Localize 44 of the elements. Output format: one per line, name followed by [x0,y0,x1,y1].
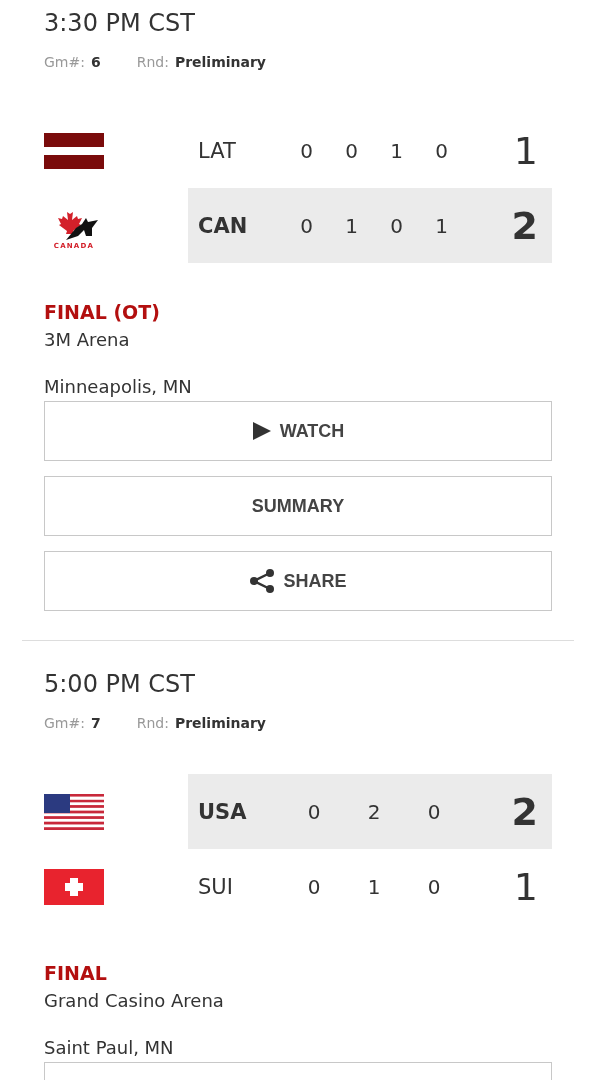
summary-button[interactable]: SUMMARY [44,476,552,536]
game-number-label: Gm#: [44,54,85,70]
city-name: Minneapolis, MN [44,375,193,399]
city-name: Saint Paul, MN [44,1036,175,1060]
period-score: 0 [426,874,442,899]
round-label: Rnd: [136,54,169,70]
total-score: 2 [510,203,538,248]
game-status: FINAL [44,961,108,986]
watch-button[interactable]: WATCH [44,401,552,461]
arena-name: Grand Casino Arena [44,989,225,1013]
share-icon [249,568,276,594]
arena-name: 3M Arena [44,328,131,352]
team-abbreviation: LAT [198,138,237,163]
team-abbreviation: SUI [198,874,234,899]
period-score: 0 [426,799,442,824]
period-score: 0 [344,138,359,163]
period-score: 1 [366,874,382,899]
game-number-label: Gm#: [44,715,85,731]
period-score: 1 [434,213,449,238]
round-name: Preliminary [174,715,266,731]
period-score: 0 [389,213,404,238]
period-score: 2 [366,799,382,824]
total-score: 1 [512,128,538,173]
round-name: Preliminary [174,54,266,70]
period-score: 1 [389,138,404,163]
total-score: 1 [512,864,538,909]
round-label: Rnd: [136,715,169,731]
game-number: 7 [90,715,101,731]
total-score: 2 [510,789,538,834]
team-abbreviation: CAN [198,213,249,238]
game-number: 6 [90,54,101,70]
period-score: 0 [306,874,322,899]
share-button[interactable]: SHARE [44,551,552,611]
period-score: 0 [299,138,314,163]
game-time: 5:00 PM CST [44,669,196,700]
button-outline[interactable] [44,1062,552,1080]
play-icon [251,421,272,441]
team-abbreviation: USA [198,799,248,824]
period-score: 0 [434,138,449,163]
period-score: 0 [306,799,322,824]
game-status: FINAL (OT) [44,300,161,325]
period-score: 0 [299,213,314,238]
game-time: 3:30 PM CST [44,8,196,39]
period-score: 1 [344,213,359,238]
